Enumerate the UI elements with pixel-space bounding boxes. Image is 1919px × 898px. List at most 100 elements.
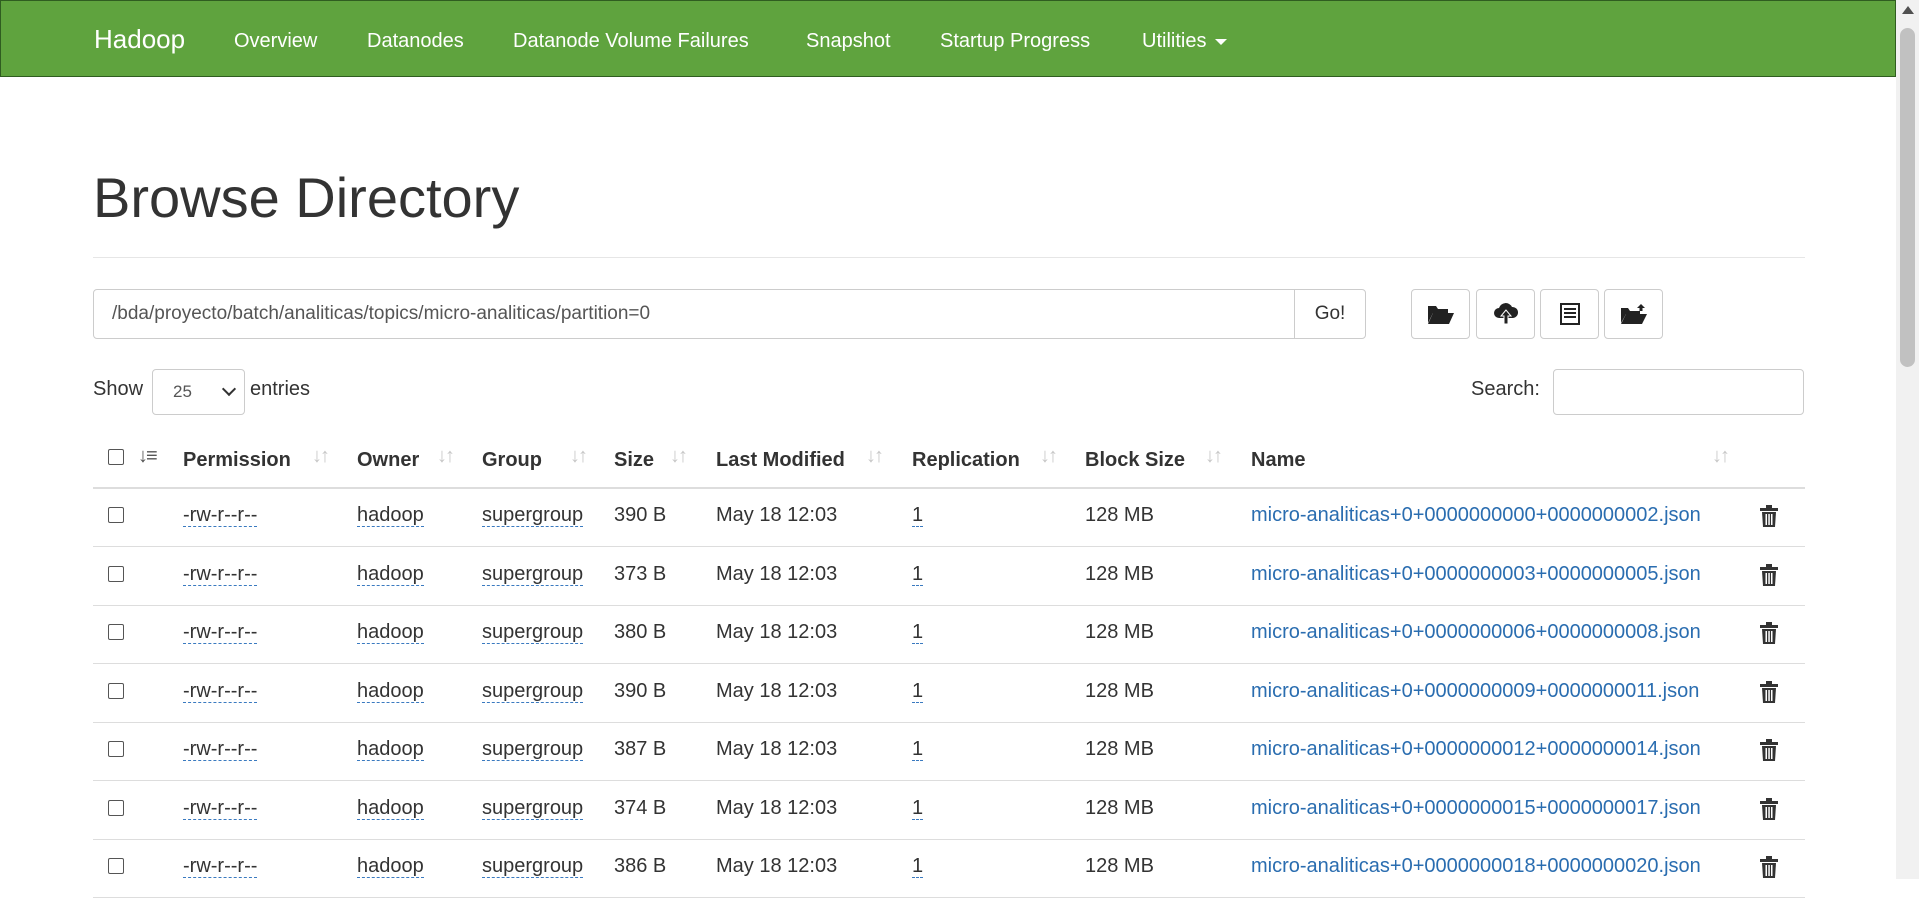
group-cell[interactable]: supergroup	[482, 621, 584, 644]
owner-cell[interactable]: hadoop	[357, 563, 424, 586]
permission-cell[interactable]: -rw-r--r--	[183, 621, 258, 644]
create-directory-button[interactable]	[1411, 289, 1470, 339]
group-cell[interactable]: supergroup	[482, 563, 584, 586]
block-size-cell: 128 MB	[1085, 738, 1154, 760]
trash-icon[interactable]	[1759, 856, 1779, 878]
go-button[interactable]: Go!	[1294, 289, 1366, 339]
nav-datanode-volume-failures[interactable]: Datanode Volume Failures	[513, 1, 749, 81]
search-input[interactable]	[1553, 369, 1804, 415]
column-header-owner[interactable]: Owner	[357, 449, 419, 472]
search-label: Search:	[1471, 378, 1540, 400]
trash-icon[interactable]	[1759, 739, 1779, 761]
column-header-last-modified[interactable]: Last Modified	[716, 449, 845, 472]
table-row[interactable]: -rw-r--r-- hadoop supergroup 390 B May 18 12…	[93, 665, 1805, 723]
upload-files-button[interactable]	[1476, 289, 1535, 339]
owner-cell[interactable]: hadoop	[357, 738, 424, 761]
sort-icon[interactable]: ↓↑	[1205, 445, 1223, 468]
file-name-link[interactable]: micro-analiticas+0+0000000003+0000000005…	[1251, 548, 1701, 600]
nav-overview[interactable]: Overview	[234, 1, 317, 81]
permission-cell[interactable]: -rw-r--r--	[183, 563, 258, 586]
table-row[interactable]: -rw-r--r-- hadoop supergroup 386 B May 18 12…	[93, 840, 1805, 898]
replication-cell[interactable]: 1	[912, 797, 924, 820]
row-checkbox[interactable]	[108, 683, 124, 699]
sort-icon[interactable]: ↓↑	[570, 445, 588, 468]
cut-button[interactable]	[1540, 289, 1599, 339]
column-header-replication[interactable]: Replication	[912, 449, 1020, 472]
sort-icon[interactable]: ↓↑	[312, 445, 330, 468]
trash-icon[interactable]	[1759, 681, 1779, 703]
entries-per-page-select[interactable]: 25	[152, 369, 245, 415]
select-all-checkbox[interactable]	[108, 449, 124, 465]
sort-icon[interactable]: ↓↑	[670, 445, 688, 468]
trash-icon[interactable]	[1759, 622, 1779, 644]
permission-cell[interactable]: -rw-r--r--	[183, 504, 258, 527]
row-checkbox[interactable]	[108, 566, 124, 582]
column-header-name[interactable]: Name	[1251, 449, 1305, 472]
paste-button[interactable]	[1604, 289, 1663, 339]
file-name-link[interactable]: micro-analiticas+0+0000000006+0000000008…	[1251, 606, 1701, 658]
block-size-cell: 128 MB	[1085, 855, 1154, 877]
column-header-block-size[interactable]: Block Size	[1085, 449, 1185, 472]
last-modified-cell: May 18 12:03	[716, 563, 838, 585]
row-checkbox[interactable]	[108, 507, 124, 523]
owner-cell[interactable]: hadoop	[357, 504, 424, 527]
sort-icon[interactable]: ↓↑	[866, 445, 884, 468]
column-header-permission[interactable]: Permission	[183, 449, 291, 472]
table-row[interactable]: -rw-r--r-- hadoop supergroup 390 B May 18 12…	[93, 489, 1805, 547]
row-checkbox[interactable]	[108, 741, 124, 757]
group-cell[interactable]: supergroup	[482, 797, 584, 820]
permission-cell[interactable]: -rw-r--r--	[183, 738, 258, 761]
scroll-up-arrow-icon[interactable]	[1902, 6, 1914, 14]
owner-cell[interactable]: hadoop	[357, 680, 424, 703]
permission-cell[interactable]: -rw-r--r--	[183, 797, 258, 820]
nav-utilities-dropdown[interactable]: Utilities	[1142, 1, 1228, 81]
replication-cell[interactable]: 1	[912, 680, 924, 703]
divider	[93, 257, 1805, 258]
directory-path-input[interactable]	[93, 289, 1295, 339]
page-scrollbar[interactable]	[1896, 0, 1919, 879]
trash-icon[interactable]	[1759, 505, 1779, 527]
group-cell[interactable]: supergroup	[482, 855, 584, 878]
nav-utilities-label: Utilities	[1142, 30, 1207, 52]
nav-startup-progress[interactable]: Startup Progress	[940, 1, 1090, 81]
permission-cell[interactable]: -rw-r--r--	[183, 680, 258, 703]
table-row[interactable]: -rw-r--r-- hadoop supergroup 374 B May 18 12…	[93, 782, 1805, 840]
trash-icon[interactable]	[1759, 798, 1779, 820]
trash-icon[interactable]	[1759, 564, 1779, 586]
row-checkbox[interactable]	[108, 858, 124, 874]
entries-select-value: 25	[173, 382, 192, 401]
file-name-link[interactable]: micro-analiticas+0+0000000018+0000000020…	[1251, 840, 1701, 892]
column-header-size[interactable]: Size	[614, 449, 654, 472]
sort-icon[interactable]: ↓≡	[138, 445, 158, 468]
scrollbar-thumb[interactable]	[1900, 28, 1915, 367]
permission-cell[interactable]: -rw-r--r--	[183, 855, 258, 878]
owner-cell[interactable]: hadoop	[357, 797, 424, 820]
file-name-link[interactable]: micro-analiticas+0+0000000000+0000000002…	[1251, 489, 1701, 541]
replication-cell[interactable]: 1	[912, 855, 924, 878]
table-row[interactable]: -rw-r--r-- hadoop supergroup 373 B May 18 12…	[93, 548, 1805, 606]
group-cell[interactable]: supergroup	[482, 738, 584, 761]
column-header-group[interactable]: Group	[482, 449, 542, 472]
replication-cell[interactable]: 1	[912, 563, 924, 586]
replication-cell[interactable]: 1	[912, 621, 924, 644]
caret-down-icon	[1215, 38, 1228, 45]
group-cell[interactable]: supergroup	[482, 504, 584, 527]
nav-snapshot[interactable]: Snapshot	[806, 1, 891, 81]
file-name-link[interactable]: micro-analiticas+0+0000000009+0000000011…	[1251, 665, 1699, 717]
brand-logo[interactable]: Hadoop	[94, 1, 185, 78]
replication-cell[interactable]: 1	[912, 738, 924, 761]
file-name-link[interactable]: micro-analiticas+0+0000000015+0000000017…	[1251, 782, 1701, 834]
replication-cell[interactable]: 1	[912, 504, 924, 527]
sort-icon[interactable]: ↓↑	[1712, 445, 1730, 468]
row-checkbox[interactable]	[108, 800, 124, 816]
sort-icon[interactable]: ↓↑	[1040, 445, 1058, 468]
owner-cell[interactable]: hadoop	[357, 621, 424, 644]
row-checkbox[interactable]	[108, 624, 124, 640]
owner-cell[interactable]: hadoop	[357, 855, 424, 878]
group-cell[interactable]: supergroup	[482, 680, 584, 703]
table-row[interactable]: -rw-r--r-- hadoop supergroup 387 B May 18 12…	[93, 723, 1805, 781]
table-row[interactable]: -rw-r--r-- hadoop supergroup 380 B May 18 12…	[93, 606, 1805, 664]
sort-icon[interactable]: ↓↑	[437, 445, 455, 468]
nav-datanodes[interactable]: Datanodes	[367, 1, 464, 81]
file-name-link[interactable]: micro-analiticas+0+0000000012+0000000014…	[1251, 723, 1701, 775]
